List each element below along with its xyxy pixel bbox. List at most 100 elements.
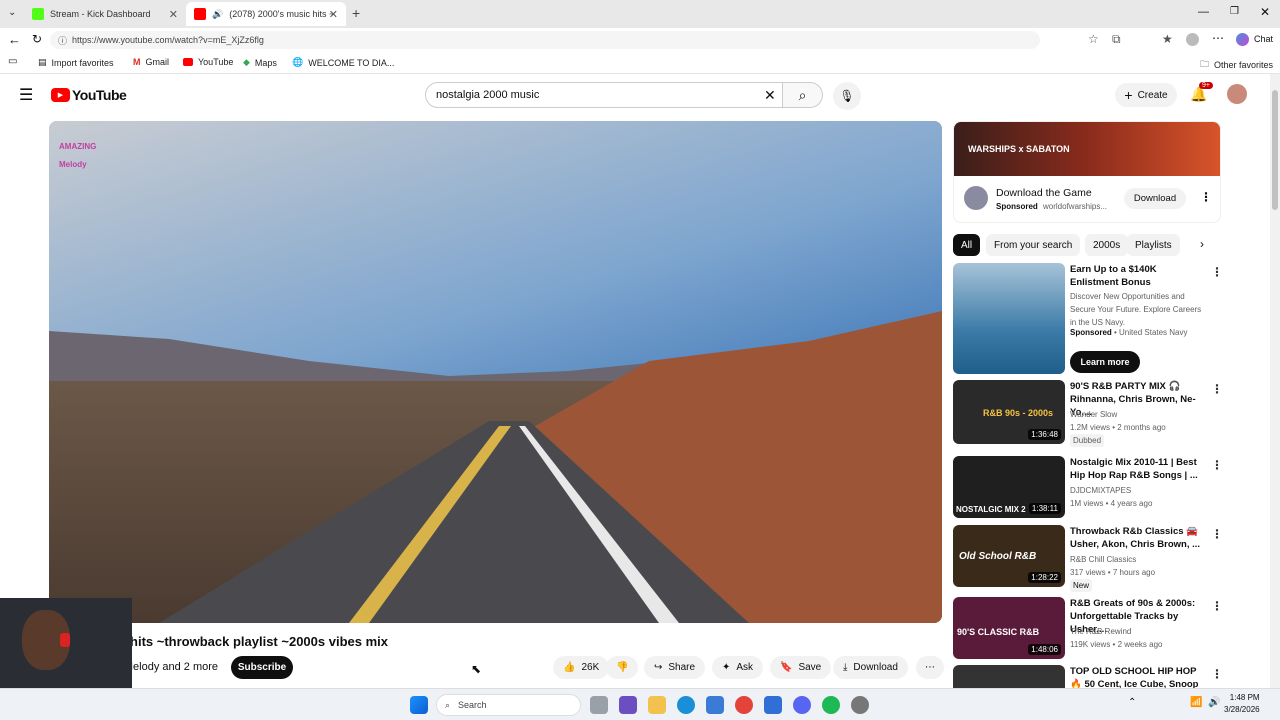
sponsored-ad-card[interactable]: WARSHIPS x SABATON Download the Game Spo… — [953, 121, 1221, 223]
ask-button[interactable]: ✦ Ask — [712, 656, 764, 679]
rec-channel[interactable]: R&B Chill Classics — [1070, 553, 1136, 566]
tab-youtube-video[interactable]: 🔊 (2078) 2000's music hits ~thr ✕ — [186, 2, 346, 26]
recommendation-item[interactable]: 90'S CLASSIC R&B 1:48:06 R&B Greats of 9… — [953, 597, 1223, 661]
more-icon[interactable]: ⋮ — [1211, 265, 1223, 279]
file-explorer-icon[interactable] — [648, 696, 666, 714]
spotify-icon[interactable] — [822, 696, 840, 714]
avatar[interactable] — [1227, 84, 1247, 104]
mail-icon[interactable] — [764, 696, 782, 714]
rec-channel[interactable]: DJDCMIXTAPES — [1070, 484, 1131, 497]
scrollbar-thumb[interactable] — [1272, 90, 1278, 210]
notifications-button[interactable]: 🔔 9+ — [1190, 82, 1213, 104]
window-close-icon[interactable]: ✕ — [1260, 5, 1270, 19]
new-tab-icon[interactable]: + — [352, 5, 360, 21]
save-button[interactable]: 🔖 Save — [770, 656, 832, 679]
favorite-star-icon[interactable]: ☆ — [1088, 32, 1099, 46]
other-favorites[interactable]: 🗀 Other favorites — [1200, 57, 1273, 73]
recommendation-item[interactable]: R&B 90s - 2000s 1:36:48 90'S R&B PARTY M… — [953, 380, 1223, 448]
extensions-icon[interactable]: ⧉ — [1112, 32, 1121, 47]
video-player[interactable]: AMAZING Melody — [49, 121, 942, 623]
volume-icon[interactable]: 🔊 — [1208, 697, 1220, 708]
back-icon[interactable]: ← — [8, 32, 21, 47]
ad-download-button[interactable]: Download — [1124, 188, 1186, 209]
menu-icon[interactable]: ☰ — [19, 85, 33, 105]
more-icon[interactable]: ⋯ — [1212, 31, 1224, 45]
tab-label: (2078) 2000's music hits ~thr — [229, 9, 335, 19]
close-icon[interactable]: ✕ — [329, 8, 338, 21]
more-icon[interactable]: ⋮ — [1211, 382, 1223, 396]
discord-icon[interactable] — [793, 696, 811, 714]
chip-all[interactable]: All — [953, 234, 981, 256]
voice-search-button[interactable]: 🎙 — [833, 82, 861, 110]
profile-icon[interactable] — [1186, 33, 1199, 46]
recommendation-item[interactable]: Old School R&B 1:28:22 Throwback R&b Cla… — [953, 525, 1223, 592]
recommendation-item[interactable]: TOP OLD SCHOOL HIP HOP 🔥 50 Cent, Ice Cu… — [953, 665, 1223, 688]
tab-kick-dashboard[interactable]: Stream - Kick Dashboard ✕ — [24, 2, 186, 26]
tab-list-chevron-icon[interactable]: ⌄ — [8, 7, 16, 18]
youtube-logo[interactable]: ▶ YouTube — [51, 87, 127, 103]
chip-2000s[interactable]: 2000s — [1085, 234, 1129, 256]
show-hidden-icons-icon[interactable]: ⌃ — [1128, 697, 1136, 708]
favorite-maps[interactable]: ◆ Maps — [243, 57, 277, 68]
minimize-icon[interactable]: — — [1198, 6, 1209, 18]
rec-title[interactable]: TOP OLD SCHOOL HIP HOP 🔥 50 Cent, Ice Cu… — [1070, 665, 1205, 688]
more-icon[interactable]: ⋮ — [1211, 527, 1223, 541]
close-icon[interactable]: ✕ — [169, 8, 178, 21]
chevron-right-icon[interactable]: › — [1200, 237, 1204, 251]
recommendation-item[interactable]: NOSTALGIC MIX 2 1:38:11 Nostalgic Mix 20… — [953, 456, 1223, 520]
clock[interactable]: 1:48 PM 3/28/2026 — [1224, 692, 1260, 716]
favorites-icon[interactable]: ★ — [1162, 32, 1173, 46]
favorite-youtube[interactable]: YouTube — [183, 57, 233, 67]
dislike-button[interactable]: 👎 — [606, 656, 639, 679]
rec-title[interactable]: Nostalgic Mix 2010-11 | Best Hip Hop Rap… — [1070, 456, 1205, 482]
learn-more-button[interactable]: Learn more — [1070, 351, 1140, 373]
rec-title[interactable]: Throwback R&b Classics 🚘 Usher, Akon, Ch… — [1070, 525, 1205, 551]
favorite-welcome[interactable]: 🌐 WELCOME TO DIA... — [292, 57, 394, 68]
more-icon[interactable]: ⋮ — [1211, 667, 1223, 681]
video-thumbnail[interactable] — [953, 665, 1065, 688]
chip-playlists[interactable]: Playlists — [1127, 234, 1180, 256]
page-scrollbar[interactable] — [1270, 74, 1280, 688]
video-thumbnail[interactable]: NOSTALGIC MIX 2 1:38:11 — [953, 456, 1065, 518]
restore-icon[interactable]: ❐ — [1230, 6, 1239, 17]
wifi-icon[interactable]: 📶 — [1190, 697, 1202, 708]
settings-icon[interactable] — [851, 696, 869, 714]
video-thumbnail[interactable]: Old School R&B 1:28:22 — [953, 525, 1065, 587]
rec-channel[interactable]: Wander Slow — [1070, 408, 1117, 421]
chip-from-your-search[interactable]: From your search — [986, 234, 1081, 256]
rec-title[interactable]: Earn Up to a $140K Enlistment Bonus — [1070, 263, 1205, 289]
more-icon[interactable]: ⋮ — [1211, 458, 1223, 472]
video-thumbnail[interactable]: 90'S CLASSIC R&B 1:48:06 — [953, 597, 1065, 659]
create-button[interactable]: + Create — [1115, 83, 1177, 107]
more-actions-button[interactable]: ⋯ — [916, 656, 944, 679]
widgets-icon[interactable] — [619, 696, 637, 714]
more-icon[interactable]: ⋮ — [1211, 599, 1223, 613]
ad-more-icon[interactable]: ⋮ — [1200, 190, 1212, 204]
taskbar-search[interactable]: ⌕ Search — [436, 694, 581, 716]
copilot-icon[interactable] — [1236, 33, 1249, 46]
search-input[interactable]: nostalgia 2000 music ✕ — [425, 82, 783, 108]
windows-start-icon[interactable] — [410, 696, 428, 714]
subscribe-button[interactable]: Subscribe — [231, 656, 293, 679]
share-button[interactable]: ↪ Share — [644, 656, 706, 679]
site-info-icon[interactable]: ⓘ — [58, 34, 67, 47]
like-button[interactable]: 👍 26K — [553, 656, 610, 679]
search-button[interactable]: ⌕ — [783, 82, 823, 108]
chat-label[interactable]: Chat — [1254, 34, 1273, 44]
clear-search-icon[interactable]: ✕ — [764, 87, 776, 104]
edge-icon[interactable] — [677, 696, 695, 714]
favorite-import[interactable]: ▤ Import favorites — [38, 57, 114, 68]
sidebar-toggle-icon[interactable]: ▭ — [8, 56, 17, 67]
ad-thumbnail[interactable] — [953, 263, 1065, 374]
favorite-gmail[interactable]: M Gmail — [133, 57, 169, 67]
video-thumbnail[interactable]: R&B 90s - 2000s 1:36:48 — [953, 380, 1065, 444]
refresh-icon[interactable]: ↻ — [32, 32, 42, 46]
store-icon[interactable] — [706, 696, 724, 714]
ad-banner[interactable]: WARSHIPS x SABATON — [954, 122, 1220, 176]
url-field[interactable]: ⓘ https://www.youtube.com/watch?v=mE_XjZ… — [50, 31, 1040, 49]
chrome-icon[interactable] — [735, 696, 753, 714]
rec-channel[interactable]: The R&B Rewind — [1070, 625, 1131, 638]
recommendation-ad[interactable]: Earn Up to a $140K Enlistment Bonus Disc… — [953, 263, 1223, 375]
download-button[interactable]: ⤓ Download — [833, 656, 908, 679]
task-view-icon[interactable] — [590, 696, 608, 714]
